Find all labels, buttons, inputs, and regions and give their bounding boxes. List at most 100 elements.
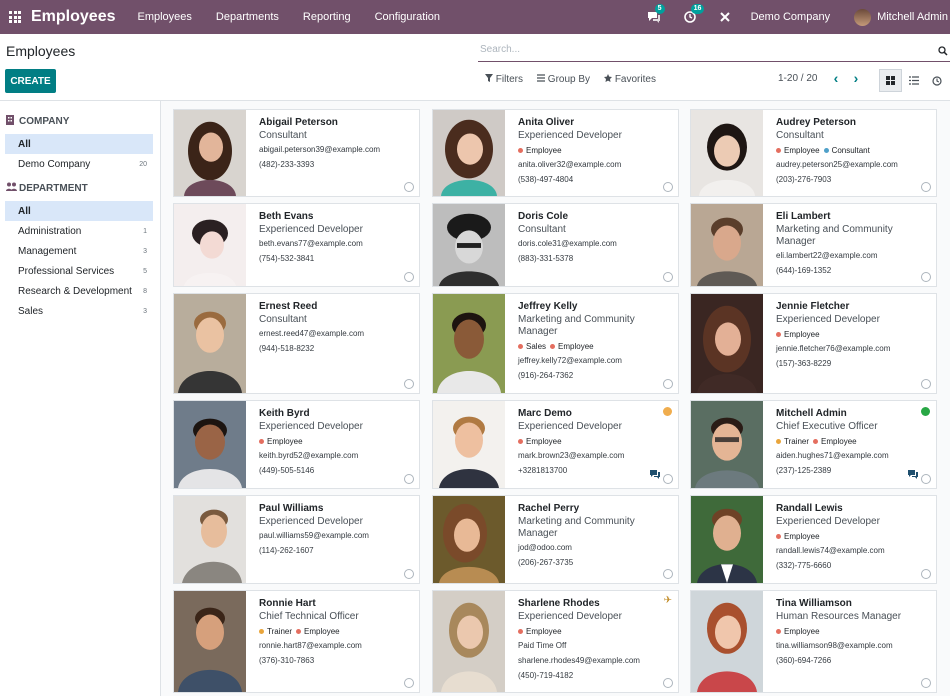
app-title[interactable]: Employees [31,8,115,26]
employee-card[interactable]: Anita Oliver Experienced Developer Employe… [432,109,679,197]
dept-item-administration[interactable]: Administration 1 [5,221,153,241]
tag-employee: Employee [518,627,562,636]
tag-sales: Sales [518,342,546,351]
employee-email: eli.lambert22@example.com [776,251,878,260]
page-title: Employees [6,43,76,59]
employee-phone: (754)-532-3841 [259,254,315,263]
employee-photo [433,110,505,196]
employee-card[interactable]: Ronnie Hart Chief Technical Officer Traine… [173,590,420,693]
activity-clock-icon[interactable] [404,678,414,688]
employee-card[interactable]: Jeffrey Kelly Marketing and Community Man… [432,293,679,394]
chat-icon[interactable] [908,466,918,484]
company-item-all[interactable]: All [5,134,153,154]
create-button[interactable]: CREATE [5,69,56,93]
debug-tools-icon[interactable] [719,10,733,24]
kanban-view-button[interactable] [879,69,902,92]
activity-clock-icon[interactable] [921,379,931,389]
activity-clock-icon[interactable] [663,182,673,192]
employee-job: Experienced Developer [259,516,363,527]
employee-job: Consultant [518,224,566,235]
user-menu[interactable]: Mitchell Admin [854,8,948,26]
dept-item-research-development[interactable]: Research & Development 8 [5,281,153,301]
menu-reporting[interactable]: Reporting [303,11,351,23]
activity-clock-icon[interactable] [921,182,931,192]
pager-value[interactable]: 1-20 / 20 [778,73,817,84]
activity-clock-icon[interactable] [663,379,673,389]
employee-card[interactable]: Mitchell Admin Chief Executive Officer Tra… [690,400,937,489]
activity-clock-icon[interactable] [921,474,931,484]
employee-card[interactable]: Jennie Fletcher Experienced Developer Empl… [690,293,937,394]
employee-card[interactable]: Paul Williams Experienced Developer paul.w… [173,495,420,584]
activity-clock-icon[interactable] [404,474,414,484]
list-icon [908,76,919,85]
employee-card[interactable]: Doris Cole Consultant doris.cole31@example… [432,203,679,287]
employee-card[interactable]: Marc Demo Experienced Developer Employee ma… [432,400,679,489]
menu-configuration[interactable]: Configuration [375,11,440,23]
control-panel: Employees CREATE Search... Filters Group… [0,34,950,101]
building-icon [6,114,15,128]
activity-clock-icon[interactable] [404,182,414,192]
dept-item-professional-services[interactable]: Professional Services 5 [5,261,153,281]
employee-name: Randall Lewis [776,503,843,514]
employee-name: Marc Demo [518,408,572,419]
employee-card[interactable]: Audrey Peterson Consultant Employee Consult… [690,109,937,197]
activity-view-button[interactable] [925,69,948,92]
activity-clock-icon[interactable] [921,272,931,282]
employee-card[interactable]: Eli Lambert Marketing and Community Manag… [690,203,937,287]
tag-dot-icon [518,344,523,350]
employee-job: Consultant [776,130,824,141]
activity-clock-icon[interactable] [921,678,931,688]
dept-item-all[interactable]: All [5,201,153,221]
search-input[interactable]: Search... [478,41,950,62]
group-by-button[interactable]: Group By [537,74,590,85]
list-view-button[interactable] [902,69,925,92]
activity-clock-icon[interactable] [663,569,673,579]
apps-menu-icon[interactable] [0,0,30,34]
employee-phone: (376)-310-7863 [259,656,315,665]
employee-card[interactable]: Beth Evans Experienced Developer beth.evan… [173,203,420,287]
company-switcher[interactable]: Demo Company [751,11,830,23]
users-icon [6,182,17,194]
tag-trainer: Trainer [776,437,809,446]
pager-next-icon[interactable]: › [846,70,866,86]
search-icon[interactable] [938,43,948,61]
messages-icon[interactable]: 5 [647,4,665,24]
employee-card[interactable]: Keith Byrd Experienced Developer Employee k… [173,400,420,489]
favorites-button[interactable]: Favorites [604,74,656,85]
dept-item-management[interactable]: Management 3 [5,241,153,261]
activity-icon[interactable]: 16 [683,4,705,24]
employee-name: Mitchell Admin [776,408,847,419]
company-item-demo[interactable]: Demo Company 20 [5,154,153,174]
employee-card[interactable]: Randall Lewis Experienced Developer Employ… [690,495,937,584]
tag-dot-icon [823,148,829,154]
employee-job: Marketing and Community Manager [776,224,893,247]
employee-photo [174,591,246,692]
chat-icon[interactable] [650,466,660,484]
activity-clock-icon[interactable] [663,474,673,484]
employee-name: Audrey Peterson [776,117,857,128]
activity-clock-icon[interactable] [404,569,414,579]
employee-card[interactable]: Tina Williamson Human Resources Manager Em… [690,590,937,693]
employee-phone: (450)-719-4182 [518,671,574,680]
employee-name: Eli Lambert [776,211,831,222]
menu-employees[interactable]: Employees [137,11,191,23]
tag-dot-icon [518,629,523,635]
employee-card[interactable]: Rachel Perry Marketing and Community Mana… [432,495,679,584]
tag-dot-icon [296,629,302,635]
employee-job: Marketing and Community Manager [518,516,635,539]
filters-button[interactable]: Filters [485,74,523,85]
employee-name: Abigail Peterson [259,117,338,128]
activity-clock-icon[interactable] [663,678,673,688]
activity-clock-icon[interactable] [663,272,673,282]
employee-card[interactable]: Abigail Peterson Consultant abigail.peters… [173,109,420,197]
activity-clock-icon[interactable] [404,272,414,282]
pager-previous-icon[interactable]: ‹ [826,70,846,86]
employee-email: aiden.hughes71@example.com [776,451,889,460]
employee-email: abigail.peterson39@example.com [259,145,381,154]
activity-clock-icon[interactable] [921,569,931,579]
activity-clock-icon[interactable] [404,379,414,389]
menu-departments[interactable]: Departments [216,11,279,23]
employee-card[interactable]: Ernest Reed Consultant ernest.reed47@examp… [173,293,420,394]
employee-card[interactable]: ✈ Sharlene Rhodes Experienced Developer Em… [432,590,679,693]
dept-item-sales[interactable]: Sales 3 [5,301,153,321]
